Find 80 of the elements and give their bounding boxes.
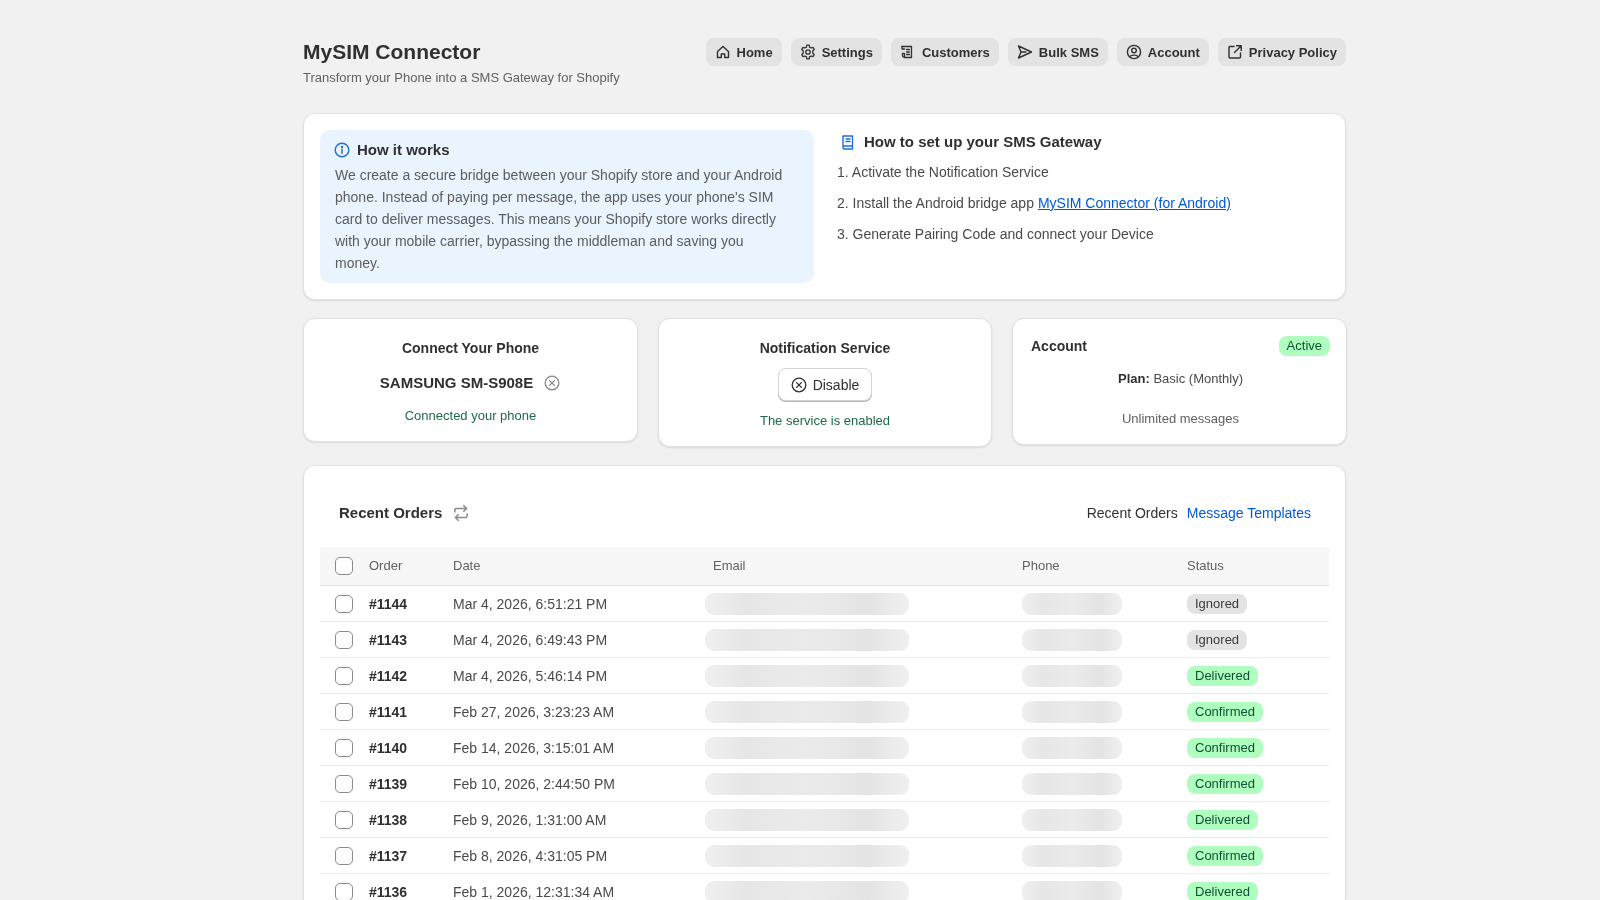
status-badge: Ignored xyxy=(1187,593,1248,614)
person-circle-icon xyxy=(1125,44,1142,60)
checkbox[interactable] xyxy=(335,882,353,900)
android-app-link[interactable]: MySIM Connector (for Android) xyxy=(1037,195,1231,211)
status-badge: Delivered xyxy=(1187,665,1258,686)
order-number: #1142 xyxy=(368,667,409,684)
status-badge: Confirmed xyxy=(1187,773,1263,794)
close-circle-icon[interactable] xyxy=(544,374,561,391)
order-number: #1139 xyxy=(368,775,409,792)
column-header: Status xyxy=(1186,557,1225,575)
nav-button[interactable]: Account xyxy=(1116,38,1209,66)
info-text: We create a secure bridge between your Shopify store and your Android phone. Instead of paying per message, the app uses your phone's SIM card to deliver messages. This means your Shopify store works directly with your mobile carrier, bypassing the middleman and saving you money. xyxy=(335,166,784,273)
order-number: #1143 xyxy=(368,631,409,648)
order-date: Feb 1, 2026, 12:31:34 AM xyxy=(452,883,616,900)
refresh-icon[interactable] xyxy=(452,504,471,522)
service-status: The service is enabled xyxy=(759,412,891,430)
info-icon xyxy=(334,142,350,158)
checkbox[interactable] xyxy=(335,594,353,613)
order-date: Feb 10, 2026, 2:44:50 PM xyxy=(452,775,616,792)
view-link[interactable]: Recent Orders xyxy=(1086,503,1178,523)
nav-button[interactable]: Bulk SMS xyxy=(1007,38,1108,66)
order-date: Feb 9, 2026, 1:31:00 AM xyxy=(452,811,608,828)
book-icon xyxy=(840,134,856,150)
checkbox[interactable] xyxy=(335,738,353,757)
nav-button[interactable]: Settings xyxy=(790,38,882,66)
column-header: Phone xyxy=(1021,557,1061,575)
disable-button[interactable]: Disable xyxy=(777,368,873,401)
setup-step: 3. Generate Pairing Code and connect your Device xyxy=(837,223,1231,245)
home-icon xyxy=(714,44,731,60)
close-circle-icon xyxy=(790,376,807,393)
order-number: #1138 xyxy=(368,811,409,828)
column-header: Email xyxy=(712,557,747,575)
checkbox[interactable] xyxy=(335,557,353,575)
card-title: Account xyxy=(1031,337,1087,356)
nav-button[interactable]: Privacy Policy xyxy=(1217,38,1346,66)
nav-button[interactable]: Customers xyxy=(890,38,999,66)
gear-icon xyxy=(799,44,816,60)
status-badge: Ignored xyxy=(1187,629,1248,650)
checkbox[interactable] xyxy=(335,702,353,721)
order-date: Mar 4, 2026, 6:51:21 PM xyxy=(452,595,609,612)
status-badge: Active xyxy=(1278,336,1330,356)
order-date: Mar 4, 2026, 6:49:43 PM xyxy=(452,631,609,648)
order-date: Feb 27, 2026, 3:23:23 AM xyxy=(452,703,616,720)
plan-text: Plan: Basic (Monthly) xyxy=(1117,370,1244,388)
column-header: Date xyxy=(452,557,482,575)
checkbox[interactable] xyxy=(335,810,353,829)
nav-button[interactable]: Home xyxy=(705,38,782,66)
setup-title: How to set up your SMS Gateway xyxy=(864,132,1102,152)
status-badge: Confirmed xyxy=(1187,737,1263,758)
status-badge: Delivered xyxy=(1187,881,1258,900)
order-date: Feb 14, 2026, 3:15:01 AM xyxy=(452,739,616,756)
status-badge: Delivered xyxy=(1187,809,1258,830)
view-link[interactable]: Message Templates xyxy=(1186,503,1311,523)
card-title: Connect Your Phone xyxy=(401,339,540,358)
external-link-icon xyxy=(1226,44,1243,60)
status-badge: Confirmed xyxy=(1187,845,1263,866)
section-title: Recent Orders xyxy=(339,503,443,523)
setup-step: 2. Install the Android bridge app MySIM Connector (for Android) xyxy=(837,192,1231,214)
app-title: MySIM Connector xyxy=(303,39,482,65)
card-title: Notification Service xyxy=(759,339,891,358)
message-allowance: Unlimited messages xyxy=(1120,410,1240,428)
checkbox[interactable] xyxy=(335,630,353,649)
order-number: #1144 xyxy=(368,595,409,612)
device-name: SAMSUNG SM-S908E xyxy=(379,373,534,393)
order-date: Mar 4, 2026, 5:46:14 PM xyxy=(452,667,609,684)
app-subtitle: Transform your Phone into a SMS Gateway for Shopify xyxy=(303,70,620,86)
panel-title: How it works xyxy=(357,140,450,160)
checkbox[interactable] xyxy=(335,774,353,793)
status-badge: Confirmed xyxy=(1187,701,1263,722)
order-date: Feb 8, 2026, 4:31:05 PM xyxy=(452,847,609,864)
column-header: Order xyxy=(368,557,404,575)
paper-plane-icon xyxy=(1016,44,1033,60)
setup-step: 1. Activate the Notification Service xyxy=(837,161,1231,183)
order-number: #1137 xyxy=(368,847,409,864)
checkbox[interactable] xyxy=(335,846,353,865)
order-number: #1141 xyxy=(368,703,409,720)
order-number: #1140 xyxy=(368,739,409,756)
order-number: #1136 xyxy=(368,883,409,900)
checkbox[interactable] xyxy=(335,666,353,685)
connection-status: Connected your phone xyxy=(404,407,537,425)
